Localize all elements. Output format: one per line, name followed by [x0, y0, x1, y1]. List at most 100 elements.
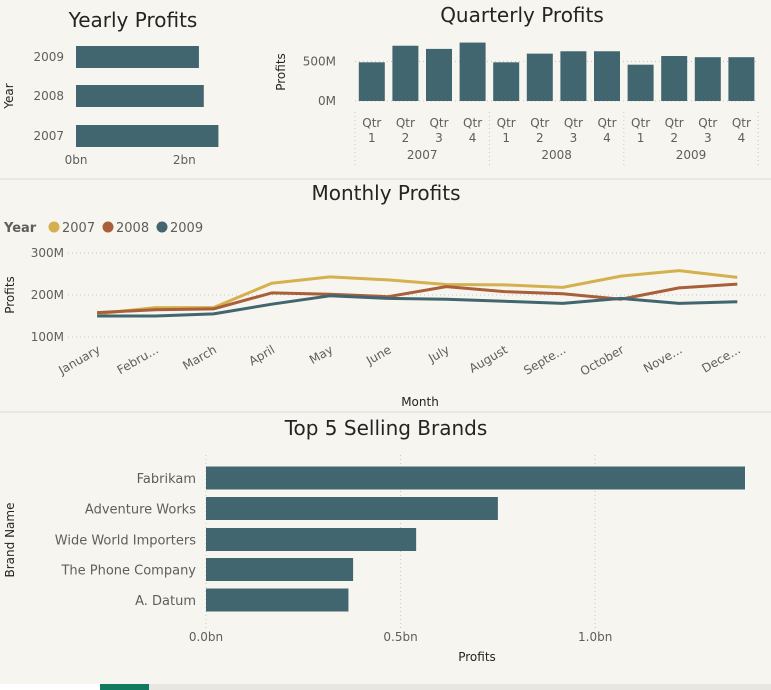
legend-label[interactable]: 2007 — [62, 221, 95, 236]
y-axis-title: Brand Name — [3, 503, 17, 578]
y-tick-label: 0M — [318, 94, 336, 108]
x-tick-label: 0.0bn — [189, 630, 223, 644]
x-tick-label: Qtr — [362, 116, 381, 130]
bar[interactable] — [627, 64, 654, 101]
chart-title: Monthly Profits — [311, 181, 460, 205]
x-tick-label: 1.0bn — [578, 630, 612, 644]
bar[interactable] — [206, 497, 498, 520]
x-tick-label: Qtr — [429, 116, 448, 130]
x-tick-label: 3 — [704, 131, 712, 145]
bar[interactable] — [76, 46, 199, 68]
bar[interactable] — [594, 51, 620, 101]
x-tick-label: Qtr — [396, 116, 415, 130]
bar[interactable] — [358, 62, 385, 101]
bar[interactable] — [728, 57, 755, 101]
x-tick-label: 4 — [738, 131, 746, 145]
x-tick-label: Qtr — [698, 116, 717, 130]
x-tick-label: 4 — [603, 131, 611, 145]
x-tick-label: January — [55, 342, 102, 377]
x-tick-label: Qtr — [665, 116, 684, 130]
chart-title: Quarterly Profits — [440, 3, 604, 27]
x-tick-label: Septe... — [521, 342, 568, 377]
x-axis-title: Profits — [458, 650, 496, 664]
y-tick-label: Fabrikam — [137, 472, 196, 487]
x-tick-label: August — [467, 342, 511, 375]
bar[interactable] — [76, 125, 219, 147]
page-tabs-bar — [0, 684, 771, 690]
x-tick-label: 2 — [402, 131, 410, 145]
legend-label[interactable]: 2009 — [170, 221, 203, 236]
chart-title: Yearly Profits — [68, 8, 198, 32]
y-tick-label: 2009 — [33, 50, 64, 64]
bar[interactable] — [493, 62, 520, 101]
legend-title: Year — [3, 221, 37, 236]
bar[interactable] — [206, 588, 349, 612]
chart-title: Top 5 Selling Brands — [284, 416, 488, 440]
legend-marker — [48, 221, 60, 233]
x-axis-title: Month — [401, 395, 439, 409]
bar[interactable] — [426, 48, 452, 101]
y-tick-label: Wide World Importers — [55, 534, 196, 549]
page-tab[interactable] — [0, 684, 100, 690]
x-tick-label: Qtr — [530, 116, 549, 130]
y-tick-label: A. Datum — [135, 594, 196, 609]
bar[interactable] — [206, 528, 417, 551]
x-tick-label: October — [578, 342, 627, 378]
quarterly-profits-chart[interactable]: Quarterly Profits Profits 0M500MQtr1Qtr2… — [274, 3, 759, 165]
x-tick-label: 1 — [368, 131, 376, 145]
monthly-profits-chart[interactable]: Monthly Profits Year Profits Month 100M 2… — [3, 181, 766, 409]
bar[interactable] — [206, 466, 745, 490]
y-tick-label: 2008 — [33, 89, 64, 103]
y-tick-label: Adventure Works — [85, 503, 196, 518]
x-tick-label: Qtr — [597, 116, 616, 130]
y-axis-title: Profits — [3, 276, 17, 314]
x-tick-label: 0bn — [65, 153, 88, 167]
group-label: 2007 — [407, 148, 438, 162]
x-tick-label: June — [363, 342, 394, 368]
y-tick-label: 200M — [31, 288, 64, 302]
x-tick-label: 2 — [670, 131, 678, 145]
bar[interactable] — [661, 56, 688, 101]
y-tick-label: 100M — [31, 330, 64, 344]
legend-label[interactable]: 2008 — [116, 221, 149, 236]
x-tick-label: Qtr — [463, 116, 482, 130]
x-tick-label: July — [425, 342, 452, 365]
y-tick-label: 300M — [31, 246, 64, 260]
dashboard-canvas: Yearly Profits Year 2009200820070bn 2bn Q… — [0, 3, 771, 664]
x-tick-label: April — [246, 342, 277, 368]
bar[interactable] — [526, 53, 553, 101]
x-tick-label: Qtr — [732, 116, 751, 130]
bar[interactable] — [694, 57, 721, 101]
x-tick-label: Febru... — [115, 342, 161, 377]
bar[interactable] — [560, 51, 587, 101]
x-tick-label: March — [180, 342, 219, 372]
group-label: 2009 — [676, 148, 707, 162]
legend-marker — [156, 221, 168, 233]
x-tick-label: Qtr — [564, 116, 583, 130]
x-tick-label: 2bn — [173, 153, 196, 167]
x-tick-label: 0.5bn — [383, 630, 417, 644]
y-axis-title: Year — [2, 83, 16, 109]
bar[interactable] — [206, 558, 354, 581]
x-tick-label: May — [307, 342, 335, 367]
x-tick-label: Qtr — [631, 116, 650, 130]
page-tab[interactable] — [100, 684, 149, 690]
bar[interactable] — [76, 85, 204, 107]
y-tick-label: The Phone Company — [60, 564, 196, 579]
yearly-profits-chart[interactable]: Yearly Profits Year 2009 2008 20070bn 2bn — [2, 8, 219, 167]
x-tick-label: 3 — [570, 131, 578, 145]
top-brands-chart[interactable]: Top 5 Selling Brands Brand Name Profits … — [3, 416, 745, 664]
bar[interactable] — [459, 42, 486, 101]
legend-marker — [102, 221, 114, 233]
y-tick-label: 2007 — [33, 129, 64, 143]
bar[interactable] — [392, 45, 419, 101]
y-tick-label: 500M — [303, 55, 336, 69]
x-tick-label: Qtr — [497, 116, 516, 130]
x-tick-label: 1 — [637, 131, 645, 145]
group-label: 2008 — [541, 148, 572, 162]
x-tick-label: Nove... — [641, 342, 685, 375]
x-tick-label: 2 — [536, 131, 544, 145]
x-tick-label: 1 — [502, 131, 510, 145]
x-tick-label: 4 — [469, 131, 477, 145]
series-line[interactable] — [97, 294, 738, 318]
